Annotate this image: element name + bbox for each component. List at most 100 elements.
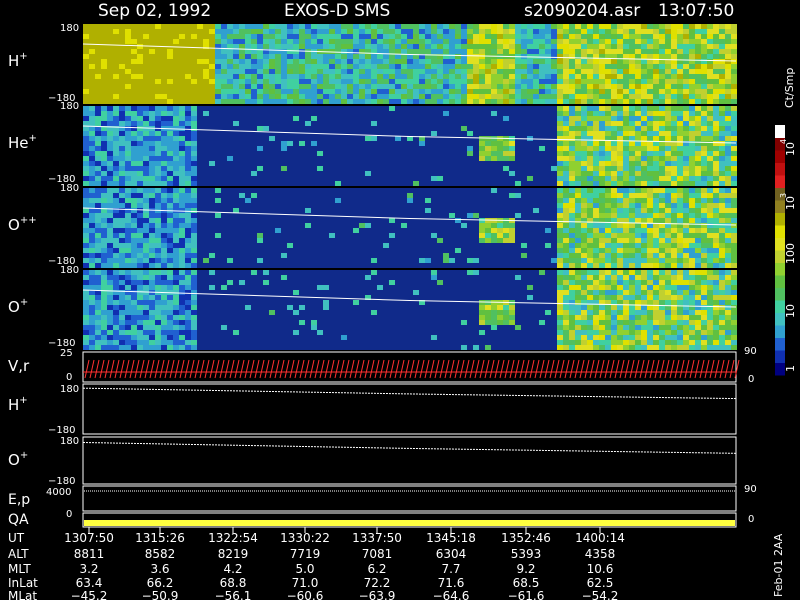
spectrogram-cell (677, 126, 683, 131)
spectrogram-cell (353, 228, 359, 233)
spectrogram-cell (701, 166, 707, 171)
spectrogram-cell (587, 248, 593, 253)
spectrogram-cell (131, 34, 137, 39)
spectrogram-cell (527, 74, 533, 79)
spectrogram-cell (443, 29, 449, 34)
spectrogram-cell (203, 59, 209, 64)
spectrogram-cell (623, 305, 629, 310)
spectrogram-cell (353, 300, 359, 305)
spectrogram-cell (341, 49, 347, 54)
spectrogram-cell (491, 188, 497, 193)
spectrogram-cell (719, 263, 725, 268)
spectrogram-cell (311, 64, 317, 69)
spectrogram-cell (167, 49, 173, 54)
spectrogram-cell (137, 161, 143, 166)
spectrogram-cell (161, 320, 167, 325)
spectrogram-cell (101, 228, 107, 233)
spectrogram-cell (575, 24, 581, 29)
spectrogram-cell (731, 176, 737, 181)
spectrogram-cell (191, 188, 197, 193)
spectrogram-cell (623, 24, 629, 29)
spectrogram-cell (227, 24, 233, 29)
spectrogram-cell (185, 34, 191, 39)
spectrogram-cell (119, 59, 125, 64)
spectrogram-cell (155, 64, 161, 69)
spectrogram-cell (719, 305, 725, 310)
spectrogram-cell (713, 49, 719, 54)
spectrogram-cell (407, 34, 413, 39)
spectrogram-cell (293, 310, 299, 315)
spectrogram-cell (563, 280, 569, 285)
spectrogram-cell (467, 99, 473, 104)
spectrogram-cell (119, 34, 125, 39)
spectrogram-cell (623, 295, 629, 300)
panel-ep-rtop: 90 (744, 484, 757, 495)
spectrogram-cell (245, 69, 251, 74)
spectrogram-cell (389, 34, 395, 39)
spectrogram-cell (575, 166, 581, 171)
spectrogram-cell (617, 270, 623, 275)
spectrogram-cell (467, 34, 473, 39)
spectrogram-cell (89, 243, 95, 248)
panel-line-h-plus-label: H+ (8, 395, 28, 414)
spectrogram-cell (659, 54, 665, 59)
spectrogram-cell (287, 84, 293, 89)
spectrogram-cell (707, 79, 713, 84)
spectrogram-cell (581, 99, 587, 104)
spectrogram-cell (179, 345, 185, 350)
spectrogram-cell (623, 141, 629, 146)
spectrogram-cell (557, 64, 563, 69)
spectrogram-cell (581, 295, 587, 300)
spectrogram-cell (185, 84, 191, 89)
ephemeris-cell: −56.1 (215, 589, 252, 600)
spectrogram-cell (683, 253, 689, 258)
spectrogram-cell (89, 79, 95, 84)
spectrogram-cell (161, 79, 167, 84)
spectrogram-cell (377, 74, 383, 79)
spectrogram-cell (635, 320, 641, 325)
spectrogram-cell (395, 24, 401, 29)
spectrogram-cell (269, 84, 275, 89)
spectrogram-cell (269, 29, 275, 34)
spectrogram-cell (83, 34, 89, 39)
spectrogram-cell (95, 136, 101, 141)
spectrogram-cell (137, 131, 143, 136)
spectrogram-cell (191, 59, 197, 64)
spectrogram-cell (275, 64, 281, 69)
spectrogram-cell (617, 320, 623, 325)
spectrogram-cell (401, 59, 407, 64)
spectrogram-cell (719, 243, 725, 248)
spectrogram-cell (497, 44, 503, 49)
spectrogram-cell (131, 146, 137, 151)
spectrogram-cell (131, 270, 137, 275)
spectrogram-cell (731, 248, 737, 253)
spectrogram-cell (671, 166, 677, 171)
spectrogram-cell (707, 243, 713, 248)
spectrogram-cell (161, 34, 167, 39)
spectrogram-cell (605, 295, 611, 300)
spectrogram-cell (137, 300, 143, 305)
spectrogram-cell (587, 99, 593, 104)
spectrogram-cell (491, 238, 497, 243)
spectrogram-cell (419, 74, 425, 79)
spectrogram-cell (665, 285, 671, 290)
spectrogram-cell (731, 29, 737, 34)
spectrogram-cell (131, 161, 137, 166)
spectrogram-cell (119, 121, 125, 126)
spectrogram-cell (101, 248, 107, 253)
spectrogram-cell (269, 99, 275, 104)
spectrogram-cell (569, 29, 575, 34)
spectrogram-cell (713, 295, 719, 300)
spectrogram-cell (557, 280, 563, 285)
spectrogram-cell (305, 69, 311, 74)
spectrogram-cell (149, 29, 155, 34)
spectrogram-cell (113, 305, 119, 310)
spectrogram-cell (677, 29, 683, 34)
spectrogram-cell (89, 74, 95, 79)
spectrogram-cell (461, 24, 467, 29)
spectrogram-cell (281, 24, 287, 29)
spectrogram-cell (575, 275, 581, 280)
spectrogram-cell (707, 228, 713, 233)
spectrogram-cell (461, 84, 467, 89)
ephemeris-row-label: MLT (8, 562, 31, 576)
